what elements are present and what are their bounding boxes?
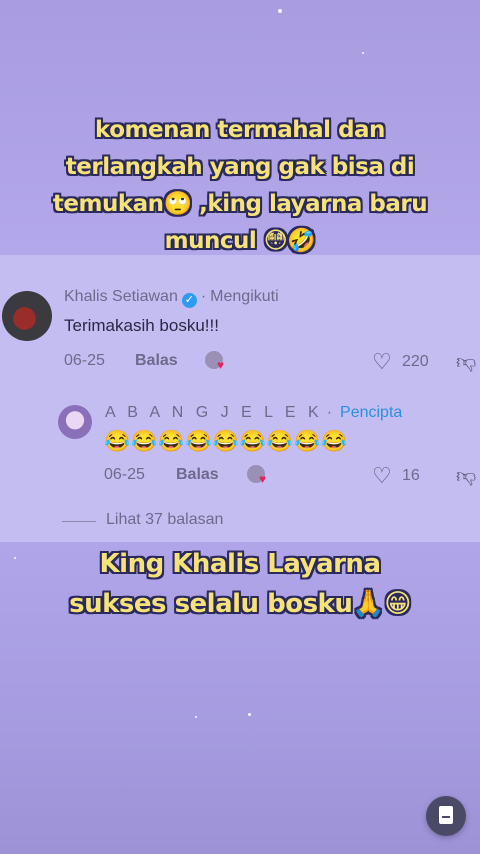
sparkle-decoration — [362, 52, 364, 54]
sparkle-decoration — [278, 9, 282, 13]
top-caption-line: temukan🙄 ,king layarna baru — [52, 191, 428, 217]
notes-button[interactable] — [426, 796, 466, 836]
bottom-caption-line: sukses selalu bosku🙏😁 — [69, 589, 411, 619]
follow-status[interactable]: Mengikuti — [210, 288, 278, 305]
separator-dot: · — [326, 404, 337, 421]
divider-line — [62, 521, 96, 522]
heart-icon: ♥ — [217, 358, 225, 372]
sparkle-decoration — [248, 713, 251, 716]
notes-icon — [439, 806, 453, 824]
creator-badge: Pencipta — [340, 404, 403, 421]
heart-icon: ♥ — [259, 472, 267, 486]
dislike-icon[interactable]: 👎︎ — [456, 464, 476, 488]
reply-date: 06-25 — [104, 466, 145, 483]
commenter-avatar[interactable] — [2, 291, 52, 341]
reply-button[interactable]: Balas — [135, 352, 178, 370]
sparkle-decoration — [195, 716, 197, 718]
top-caption-line: terlangkah yang gak bisa di — [65, 154, 415, 180]
comment-author-name[interactable]: Khalis Setiawan — [64, 288, 178, 305]
reply-author-row: A B A N G J E L E K · Pencipta — [105, 404, 402, 422]
bottom-caption-line: King Khalis Layarna — [99, 549, 381, 579]
like-count: 220 — [402, 353, 429, 370]
comment-author-row: Khalis Setiawan ✓ · Mengikuti — [64, 288, 279, 308]
creator-liked-icon: ♥ — [205, 351, 227, 371]
top-caption-line: komenan termahal dan — [95, 117, 385, 143]
comment-text: Terimakasih bosku!!! — [64, 316, 219, 335]
dislike-icon[interactable]: 👎︎ — [456, 350, 476, 374]
like-icon[interactable]: ♡ — [372, 351, 392, 373]
like-icon[interactable]: ♡ — [372, 465, 392, 487]
verified-icon: ✓ — [181, 293, 197, 308]
creator-liked-icon: ♥ — [247, 465, 269, 485]
top-caption: komenan termahal dan terlangkah yang gak… — [0, 112, 480, 260]
reply-author-name[interactable]: A B A N G J E L E K — [105, 404, 323, 421]
comment-date: 06-25 — [64, 352, 105, 369]
reply-text: 😂😂😂😂😂😂😂😂😂 — [104, 430, 349, 453]
separator-dot: · — [200, 288, 207, 305]
view-replies-link[interactable]: Lihat 37 balasan — [106, 511, 223, 529]
reply-button[interactable]: Balas — [176, 466, 219, 484]
like-count: 16 — [402, 467, 420, 484]
bottom-caption: King Khalis Layarna sukses selalu bosku🙏… — [0, 544, 480, 624]
reply-avatar[interactable] — [58, 405, 92, 439]
